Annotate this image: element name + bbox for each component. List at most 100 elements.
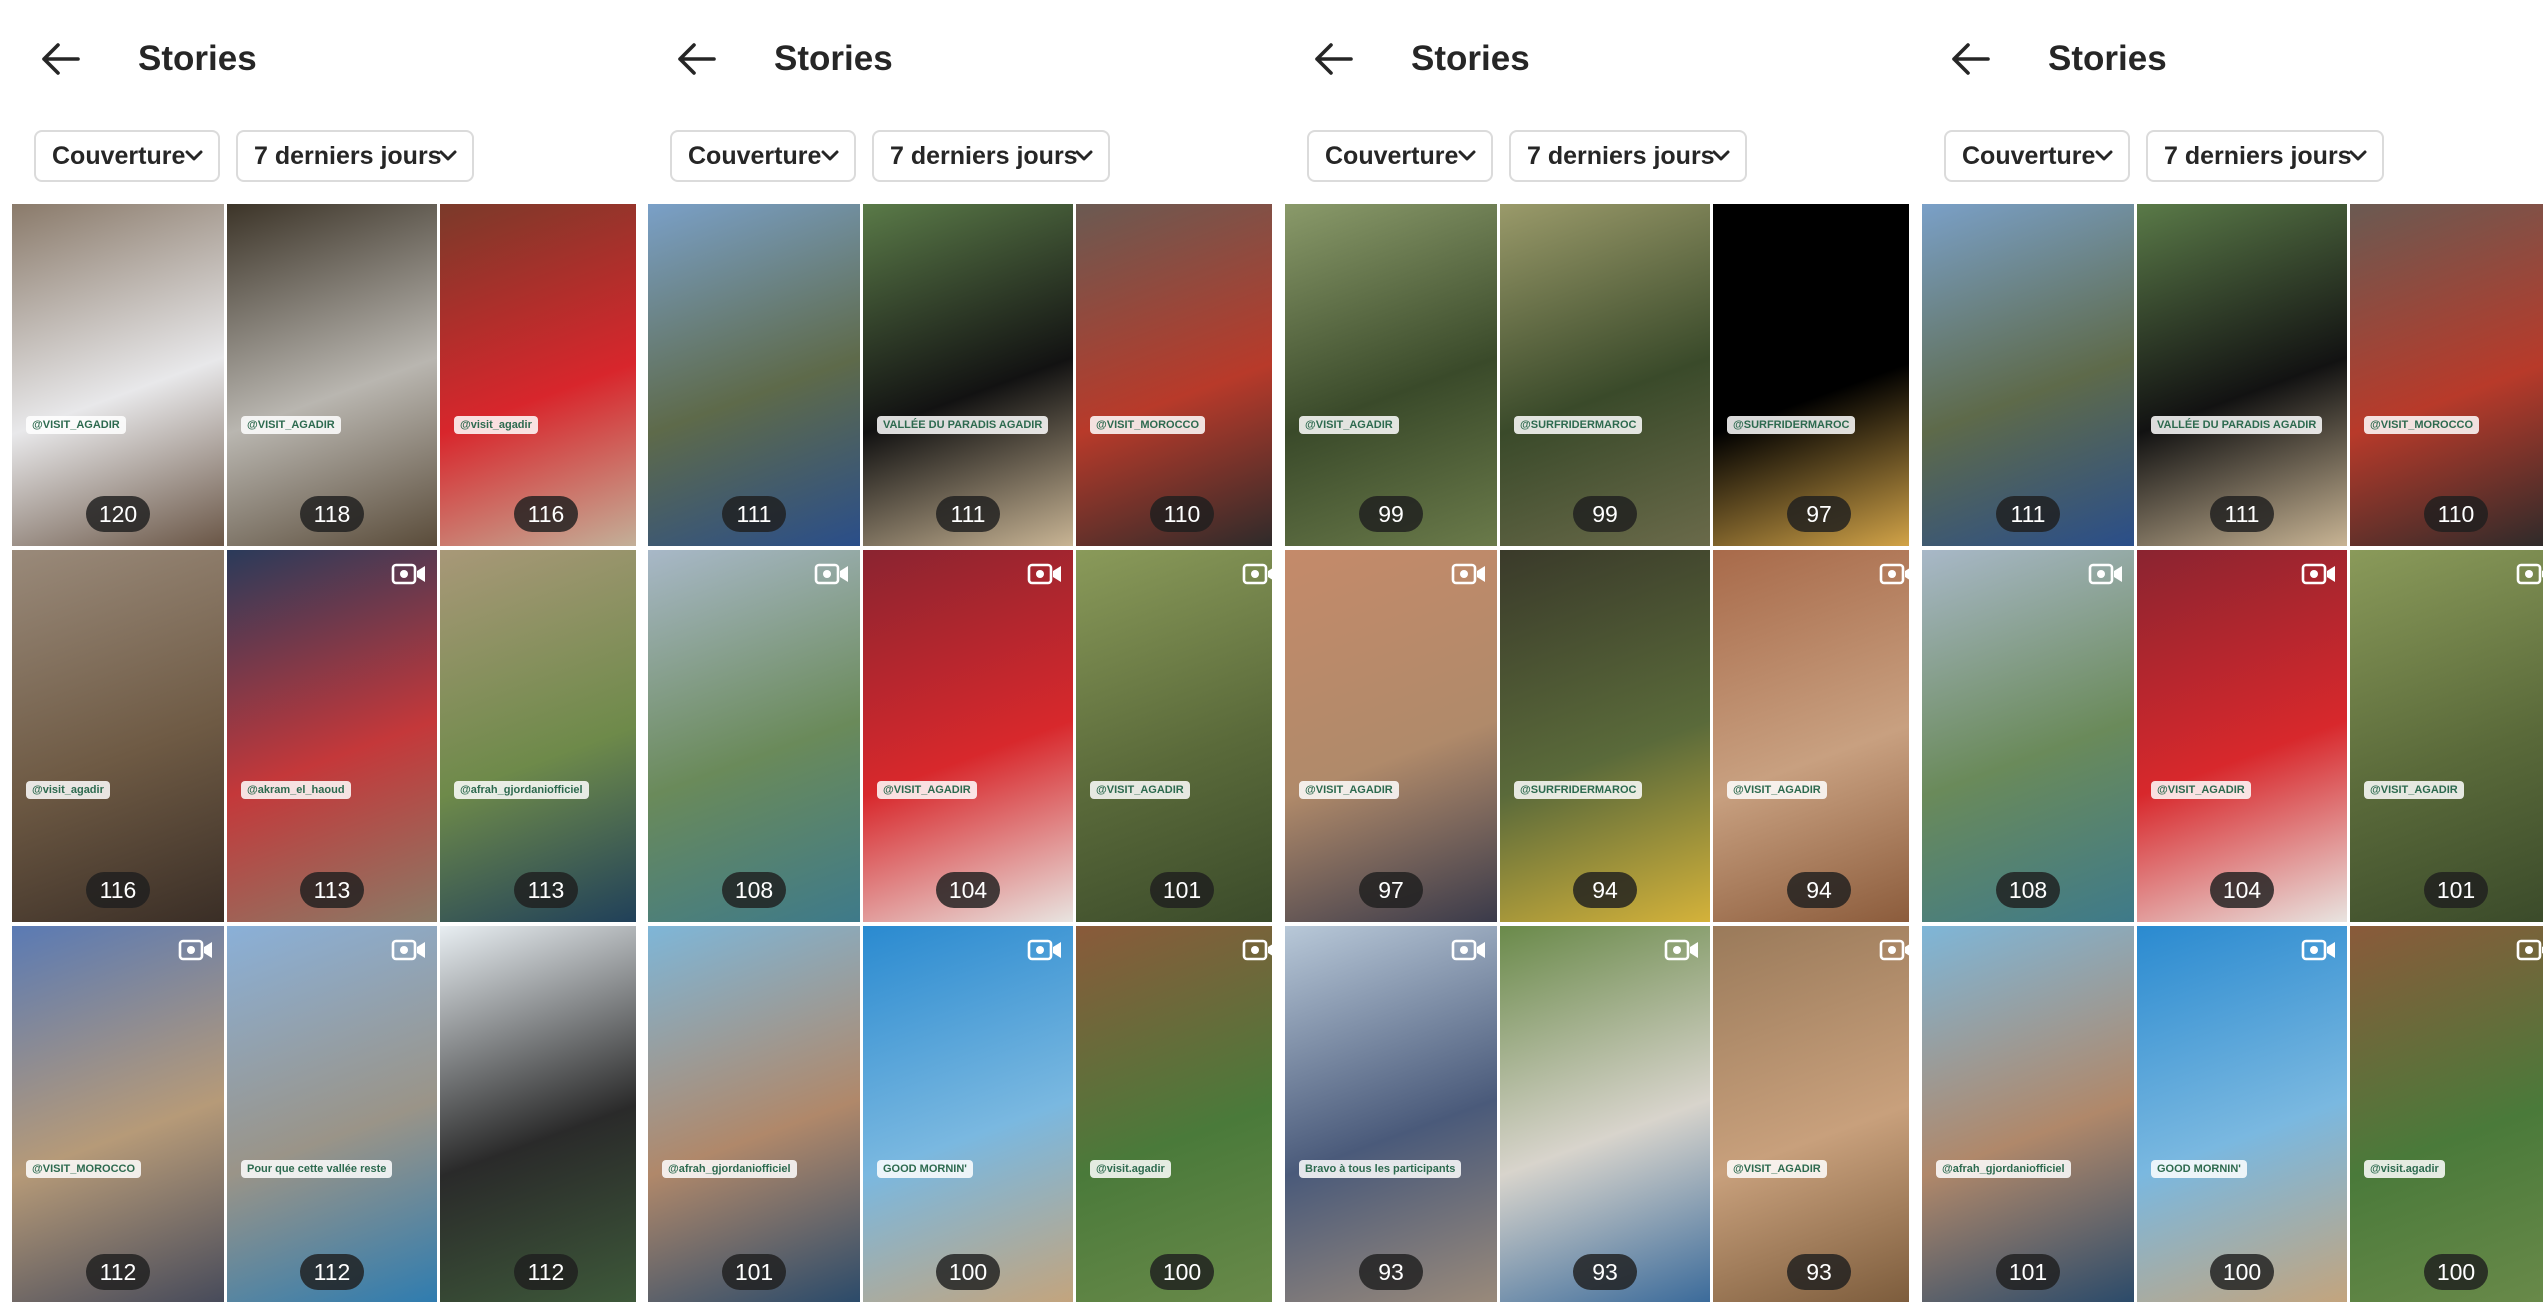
- period-filter-dropdown[interactable]: 7 derniers jours: [2146, 130, 2384, 182]
- video-camera-icon: [1242, 563, 1272, 585]
- story-image: [1713, 204, 1909, 546]
- story-thumbnail[interactable]: @VISIT_MOROCCO 110: [2350, 204, 2543, 546]
- story-thumbnail[interactable]: @VISIT_AGADIR 104: [863, 550, 1073, 922]
- filter-label: Couverture: [52, 142, 186, 170]
- period-filter-dropdown[interactable]: 7 derniers jours: [236, 130, 474, 182]
- reach-count-badge: 104: [936, 872, 1000, 908]
- reach-count-badge: 99: [1573, 496, 1637, 532]
- story-thumbnail[interactable]: @VISIT_AGADIR 99: [1285, 204, 1497, 546]
- reach-count-badge: 100: [2424, 1254, 2488, 1290]
- story-thumbnail[interactable]: @visit_agadir 116: [12, 550, 224, 922]
- metric-filter-dropdown[interactable]: Couverture: [1307, 130, 1493, 182]
- story-thumbnail[interactable]: @VISIT_AGADIR 97: [1285, 550, 1497, 922]
- story-thumbnail[interactable]: @visit_agadir 116: [440, 204, 636, 546]
- story-thumbnail[interactable]: @afrah_gjordaniofficiel 101: [648, 926, 860, 1302]
- video-camera-icon: [391, 563, 425, 585]
- video-camera-icon: [2516, 939, 2543, 961]
- story-image: [1076, 204, 1272, 546]
- story-image: [2350, 926, 2543, 1302]
- story-sticker: @VISIT_AGADIR: [2151, 780, 2251, 799]
- filter-label: 7 derniers jours: [2164, 142, 2352, 170]
- story-thumbnail[interactable]: @VISIT_AGADIR 101: [1076, 550, 1272, 922]
- story-image: [648, 204, 860, 546]
- story-image: [1500, 204, 1710, 546]
- reach-count-badge: 101: [2424, 872, 2488, 908]
- video-camera-icon: [2301, 939, 2335, 961]
- story-thumbnail[interactable]: @SURFRIDERMAROC 94: [1500, 550, 1710, 922]
- story-sticker: @afrah_gjordaniofficiel: [1936, 1160, 2071, 1179]
- metric-filter-dropdown[interactable]: Couverture: [34, 130, 220, 182]
- chevron-down-icon: [821, 150, 839, 161]
- story-sticker: @VISIT_AGADIR: [877, 780, 977, 799]
- reach-count-badge: 94: [1573, 872, 1637, 908]
- story-thumbnail[interactable]: @VISIT_AGADIR 118: [227, 204, 437, 546]
- story-thumbnail[interactable]: @VISIT_AGADIR 120: [12, 204, 224, 546]
- story-thumbnail[interactable]: 108: [648, 550, 860, 922]
- story-sticker: @VISIT_AGADIR: [1299, 780, 1399, 799]
- story-thumbnail[interactable]: 111: [1922, 204, 2134, 546]
- story-thumbnail[interactable]: @VISIT_MOROCCO 110: [1076, 204, 1272, 546]
- story-thumbnail[interactable]: @VISIT_MOROCCO 112: [12, 926, 224, 1302]
- video-camera-icon: [2516, 563, 2543, 585]
- page-title: Stories: [774, 39, 893, 78]
- reach-count-badge: 101: [1150, 872, 1214, 908]
- reach-count-badge: 120: [86, 496, 150, 532]
- story-sticker: @VISIT_AGADIR: [2364, 780, 2464, 799]
- story-sticker: VALLÉE DU PARADIS AGADIR: [877, 416, 1049, 435]
- story-thumbnail[interactable]: 111: [648, 204, 860, 546]
- page-title: Stories: [138, 39, 257, 78]
- story-image: [648, 550, 860, 922]
- back-arrow-icon[interactable]: [1311, 36, 1357, 82]
- story-image: [12, 204, 224, 546]
- story-thumbnail[interactable]: Bravo à tous les participants 93: [1285, 926, 1497, 1302]
- story-thumbnail[interactable]: VALLÉE DU PARADIS AGADIR 111: [2137, 204, 2347, 546]
- reach-count-badge: 111: [936, 496, 1000, 532]
- story-thumbnail[interactable]: 112: [440, 926, 636, 1302]
- period-filter-dropdown[interactable]: 7 derniers jours: [872, 130, 1110, 182]
- reach-count-badge: 97: [1359, 872, 1423, 908]
- story-thumbnail[interactable]: @VISIT_AGADIR 101: [2350, 550, 2543, 922]
- filter-label: Couverture: [1325, 142, 1459, 170]
- story-image: [227, 550, 437, 922]
- reach-count-badge: 110: [2424, 496, 2488, 532]
- story-image: [1500, 550, 1710, 922]
- story-thumbnail[interactable]: GOOD MORNIN' 100: [863, 926, 1073, 1302]
- story-thumbnail[interactable]: @VISIT_AGADIR 104: [2137, 550, 2347, 922]
- story-thumbnail[interactable]: Pour que cette vallée reste 112: [227, 926, 437, 1302]
- period-filter-dropdown[interactable]: 7 derniers jours: [1509, 130, 1747, 182]
- metric-filter-dropdown[interactable]: Couverture: [670, 130, 856, 182]
- story-image: [1713, 550, 1909, 922]
- filter-label: Couverture: [688, 142, 822, 170]
- reach-count-badge: 118: [300, 496, 364, 532]
- story-thumbnail[interactable]: @afrah_gjordaniofficiel 113: [440, 550, 636, 922]
- story-thumbnail[interactable]: @VISIT_AGADIR 93: [1713, 926, 1909, 1302]
- reach-count-badge: 112: [86, 1254, 150, 1290]
- story-sticker: @VISIT_MOROCCO: [1090, 416, 1206, 435]
- story-sticker: @visit_agadir: [454, 416, 538, 435]
- story-image: [1922, 550, 2134, 922]
- back-arrow-icon[interactable]: [1948, 36, 1994, 82]
- story-image: [440, 204, 636, 546]
- story-thumbnail[interactable]: @SURFRIDERMAROC 97: [1713, 204, 1909, 546]
- video-camera-icon: [391, 939, 425, 961]
- metric-filter-dropdown[interactable]: Couverture: [1944, 130, 2130, 182]
- story-thumbnail[interactable]: VALLÉE DU PARADIS AGADIR 111: [863, 204, 1073, 546]
- video-camera-icon: [1451, 939, 1485, 961]
- reach-count-badge: 101: [1996, 1254, 2060, 1290]
- back-arrow-icon[interactable]: [674, 36, 720, 82]
- story-thumbnail[interactable]: @afrah_gjordaniofficiel 101: [1922, 926, 2134, 1302]
- story-thumbnail[interactable]: @SURFRIDERMAROC 99: [1500, 204, 1710, 546]
- story-thumbnail[interactable]: @visit.agadir 100: [1076, 926, 1272, 1302]
- story-thumbnail[interactable]: @visit.agadir 100: [2350, 926, 2543, 1302]
- back-arrow-icon[interactable]: [38, 36, 84, 82]
- story-image: [227, 926, 437, 1302]
- reach-count-badge: 94: [1787, 872, 1851, 908]
- story-thumbnail[interactable]: 93: [1500, 926, 1710, 1302]
- story-thumbnail[interactable]: 108: [1922, 550, 2134, 922]
- story-image: [863, 926, 1073, 1302]
- story-thumbnail[interactable]: @VISIT_AGADIR 94: [1713, 550, 1909, 922]
- story-thumbnail[interactable]: GOOD MORNIN' 100: [2137, 926, 2347, 1302]
- reach-count-badge: 108: [722, 872, 786, 908]
- header-bar: Stories Couverture 7 derniers jours: [636, 0, 1272, 200]
- story-thumbnail[interactable]: @akram_el_haoud 113: [227, 550, 437, 922]
